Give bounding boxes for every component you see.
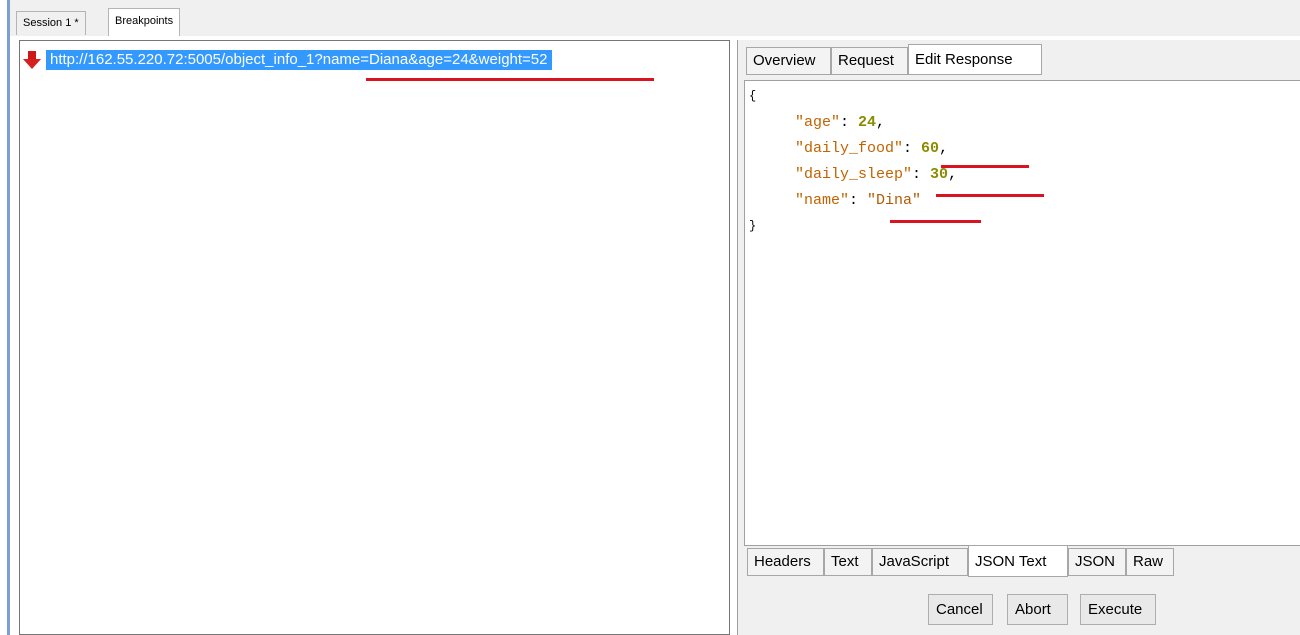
tab-raw[interactable]: Raw: [1126, 548, 1174, 576]
tab-breakpoints[interactable]: Breakpoints: [108, 8, 181, 36]
tab-headers[interactable]: Headers: [747, 548, 824, 576]
tab-session-1[interactable]: Session 1 *: [16, 11, 86, 35]
breakpoint-item[interactable]: http://162.55.220.72:5005/object_info_1?…: [22, 49, 552, 71]
inspector-panel: Overview Request Edit Response { "age": …: [737, 40, 1300, 635]
annotation-underline-daily-food: [941, 165, 1029, 168]
session-tab-strip: Session 1 * Breakpoints: [10, 0, 1300, 36]
tab-text[interactable]: Text: [824, 548, 872, 576]
json-close-brace: }: [749, 219, 757, 233]
red-down-arrow-icon: [23, 51, 41, 69]
abort-button[interactable]: Abort: [1007, 594, 1068, 625]
annotation-underline-name: [890, 220, 981, 223]
annotation-underline-query: [366, 78, 654, 81]
json-line-age: "age": 24,: [795, 114, 886, 131]
breakpoint-list[interactable]: http://162.55.220.72:5005/object_info_1?…: [19, 40, 730, 635]
tab-json[interactable]: JSON: [1068, 548, 1126, 576]
json-line-daily-food: "daily_food": 60,: [795, 140, 949, 157]
annotation-underline-daily-sleep: [936, 194, 1044, 197]
json-line-name: "name": "Dina": [795, 192, 922, 209]
tab-edit-response[interactable]: Edit Response: [908, 44, 1042, 75]
json-open-brace: {: [749, 89, 757, 103]
breakpoint-url[interactable]: http://162.55.220.72:5005/object_info_1?…: [46, 50, 552, 70]
json-line-daily-sleep: "daily_sleep": 30,: [795, 166, 958, 183]
tab-overview[interactable]: Overview: [746, 47, 831, 75]
response-json-editor[interactable]: { "age": 24, "daily_food": 60, "daily_sl…: [744, 80, 1300, 546]
tab-json-text[interactable]: JSON Text: [968, 545, 1068, 577]
window-edge-accent: [7, 0, 10, 635]
execute-button[interactable]: Execute: [1080, 594, 1156, 625]
tab-request[interactable]: Request: [831, 47, 908, 75]
cancel-button[interactable]: Cancel: [928, 594, 993, 625]
tab-javascript[interactable]: JavaScript: [872, 548, 968, 576]
